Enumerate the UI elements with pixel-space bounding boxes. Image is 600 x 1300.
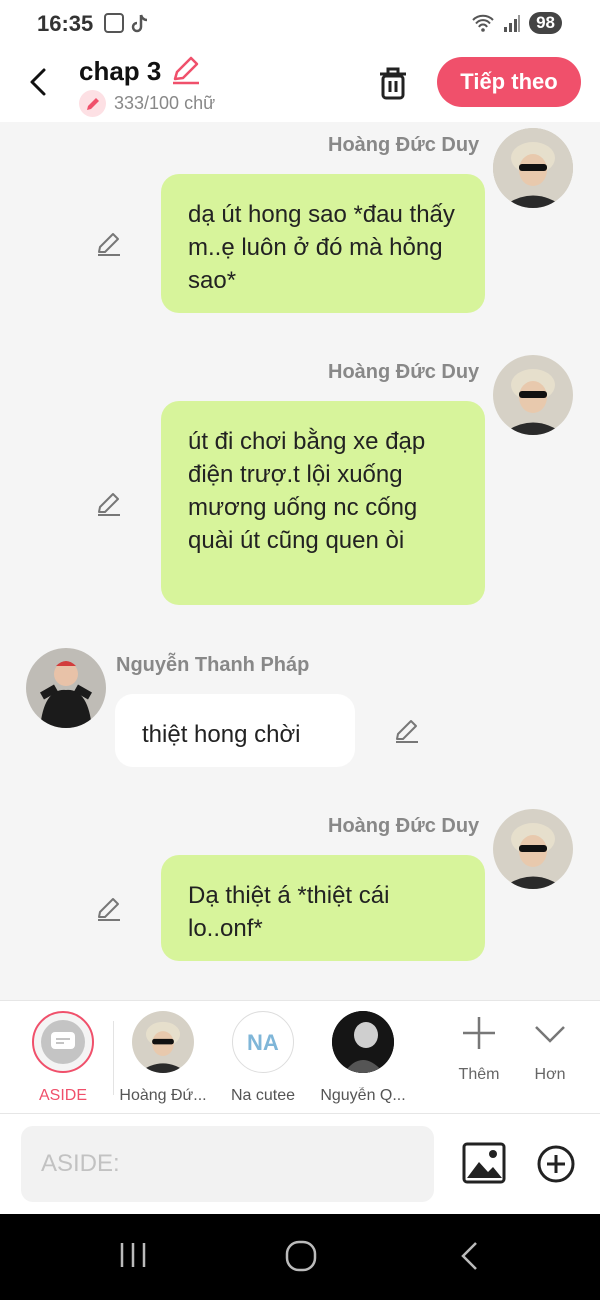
character-label: Hoàng Đứ... — [119, 1087, 207, 1104]
avatar[interactable] — [493, 355, 573, 435]
status-time: 16:35 — [37, 11, 94, 36]
word-count-row: 333/100 chữ — [79, 90, 215, 117]
battery-icon: 98 — [529, 12, 562, 34]
system-nav-bar — [0, 1214, 600, 1300]
add-character-button[interactable]: Thêm — [449, 1015, 509, 1084]
tiktok-icon — [131, 14, 148, 33]
character-label: Na cutee — [230, 1087, 296, 1104]
message-bubble[interactable]: út đi chơi bằng xe đạp điện trượ.t lội x… — [161, 401, 485, 605]
home-icon[interactable] — [285, 1240, 317, 1272]
avatar[interactable] — [493, 809, 573, 889]
image-icon[interactable] — [462, 1142, 506, 1184]
edit-title-icon[interactable] — [170, 54, 202, 86]
edit-message-icon[interactable] — [96, 231, 122, 257]
composer — [0, 1114, 600, 1214]
more-button[interactable]: Hơn — [520, 1015, 580, 1084]
page-title: chap 3 — [79, 56, 162, 86]
chevron-down-icon — [535, 1026, 565, 1043]
wifi-icon — [472, 14, 494, 32]
svg-text:NA: NA — [247, 1030, 279, 1055]
trash-icon[interactable] — [374, 64, 412, 102]
screenshot-icon — [104, 13, 124, 33]
edit-message-icon[interactable] — [96, 896, 122, 922]
character-label: ASIDE — [38, 1087, 87, 1104]
character-picker: ASIDE Hoàng Đứ... NA Na cutee Nguyễn Q..… — [0, 1000, 600, 1114]
plus-icon — [463, 1017, 495, 1049]
avatar — [332, 1011, 394, 1073]
sender-name: Nguyễn Thanh Pháp — [116, 654, 310, 676]
next-button[interactable]: Tiếp theo — [437, 57, 581, 107]
character-nguyen-q[interactable]: Nguyễn Q... — [315, 1011, 411, 1105]
avatar[interactable] — [26, 648, 106, 728]
chat-area: Hoàng Đức Duy dạ út hong sao *đau thấy m… — [0, 122, 600, 1000]
sender-name: Hoàng Đức Duy — [328, 134, 480, 156]
pencil-badge-icon — [79, 90, 106, 117]
message-input[interactable] — [21, 1126, 434, 1202]
more-label: Hơn — [534, 1066, 566, 1083]
avatar[interactable] — [493, 128, 573, 208]
aside-icon — [32, 1011, 94, 1073]
add-circle-icon[interactable] — [536, 1144, 576, 1184]
message-bubble[interactable]: Dạ thiệt á *thiệt cái lo..onf* — [161, 855, 485, 961]
edit-message-icon[interactable] — [394, 718, 420, 744]
recents-icon[interactable] — [118, 1240, 148, 1270]
character-hoang-duc-duy[interactable]: Hoàng Đứ... — [115, 1011, 211, 1105]
edit-message-icon[interactable] — [96, 491, 122, 517]
character-label: Nguyễn Q... — [320, 1087, 406, 1104]
add-label: Thêm — [458, 1066, 500, 1083]
notification-icons — [104, 13, 150, 35]
divider — [113, 1021, 114, 1095]
signal-icon — [504, 15, 521, 32]
back-nav-icon[interactable] — [456, 1240, 484, 1272]
avatar: NA — [232, 1011, 294, 1073]
message-bubble[interactable]: thiệt hong chời — [115, 694, 355, 767]
back-arrow-icon[interactable] — [22, 64, 58, 100]
sender-name: Hoàng Đức Duy — [328, 815, 480, 837]
sender-name: Hoàng Đức Duy — [328, 361, 480, 383]
word-count: 333/100 chữ — [114, 93, 216, 113]
top-app-bar: chap 3 333/100 chữ Tiếp theo — [0, 46, 600, 122]
system-icons: 98 — [471, 12, 562, 34]
character-aside[interactable]: ASIDE — [15, 1011, 111, 1105]
avatar — [132, 1011, 194, 1073]
status-bar: 16:35 98 — [0, 0, 600, 46]
character-na-cutee[interactable]: NA Na cutee — [215, 1011, 311, 1105]
message-bubble[interactable]: dạ út hong sao *đau thấy m..ẹ luôn ở đó … — [161, 174, 485, 313]
